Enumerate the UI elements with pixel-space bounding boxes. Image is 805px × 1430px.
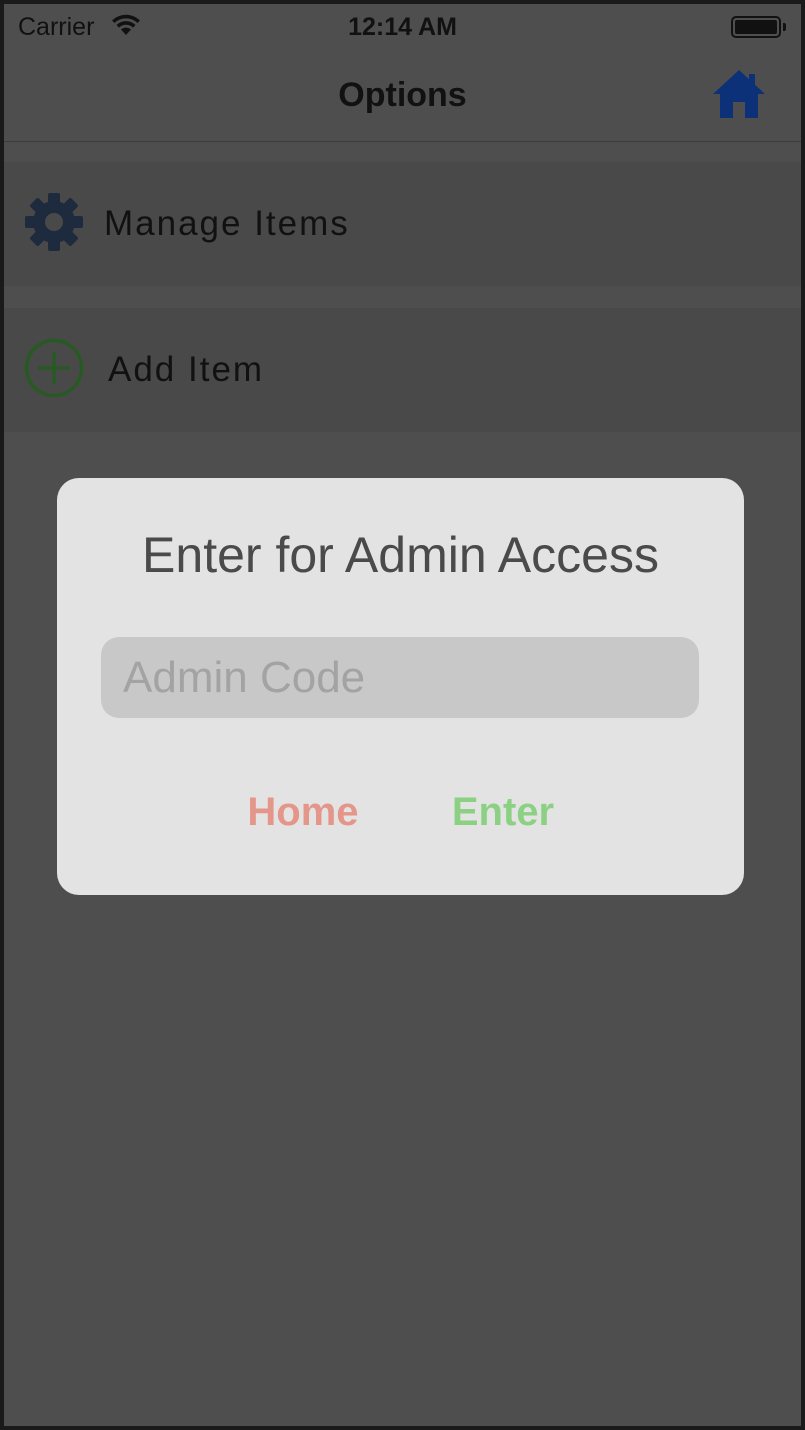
- status-bar: Carrier 12:14 AM: [4, 4, 801, 48]
- menu-item-label: Add Item: [108, 350, 265, 389]
- home-icon[interactable]: [711, 66, 767, 122]
- admin-code-input[interactable]: [101, 637, 699, 718]
- gear-icon: [25, 193, 83, 251]
- menu-item-manage-items[interactable]: Manage Items: [4, 162, 801, 286]
- clock-label: 12:14 AM: [348, 13, 457, 41]
- enter-button[interactable]: Enter: [443, 784, 563, 840]
- home-button[interactable]: Home: [237, 784, 369, 840]
- battery-icon: [731, 16, 787, 38]
- menu-item-add-item[interactable]: Add Item: [4, 308, 801, 432]
- navigation-bar: Options: [4, 48, 801, 142]
- menu-item-label: Manage Items: [104, 204, 350, 243]
- dialog-title: Enter for Admin Access: [142, 527, 659, 583]
- plus-circle-icon: [24, 338, 84, 398]
- page-title: Options: [338, 76, 467, 114]
- app-screen: Carrier 12:14 AM Options Manage Items Ad…: [4, 4, 801, 1426]
- admin-access-dialog: Enter for Admin Access Home Enter: [57, 478, 744, 895]
